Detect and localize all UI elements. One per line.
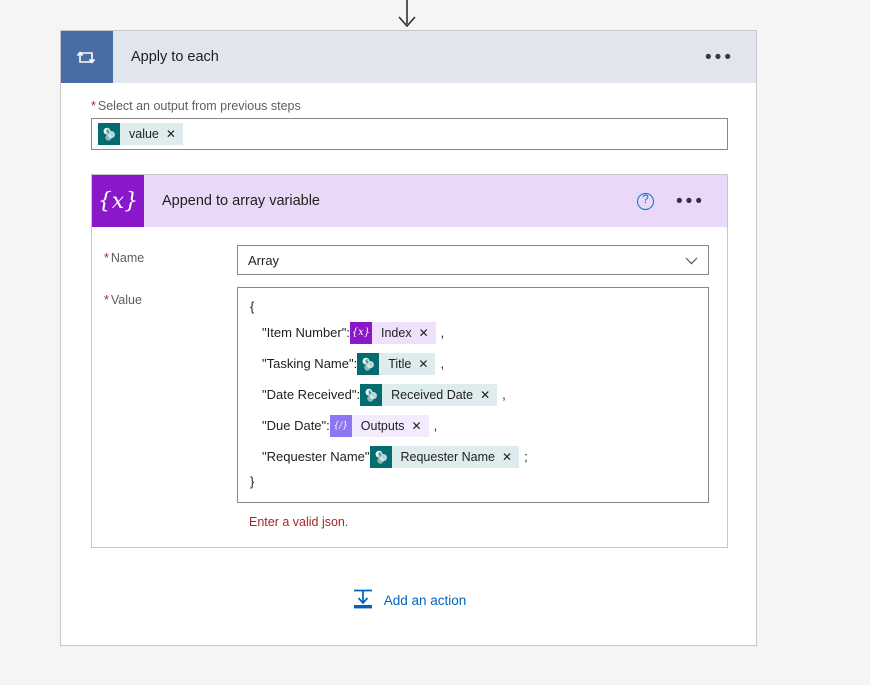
token-chip-index[interactable]: {x} Index ✕: [349, 321, 436, 344]
token-chip-text: Outputs: [360, 418, 405, 433]
token-chip-requester-name[interactable]: S Requester Name ✕: [369, 445, 520, 468]
required-asterisk: *: [104, 251, 109, 265]
json-key: "Date Received":: [262, 386, 361, 402]
json-row: "Item Number": {x} Index ✕ ,: [250, 317, 698, 348]
json-key: "Requester Name": [262, 448, 370, 464]
chevron-down-icon[interactable]: [685, 253, 698, 268]
help-icon[interactable]: ?: [637, 192, 655, 210]
append-action-more-menu-button[interactable]: •••: [676, 192, 705, 211]
token-remove-icon[interactable]: ✕: [502, 451, 512, 463]
value-validation-error: Enter a valid json.: [249, 515, 349, 529]
sharepoint-icon: S: [357, 352, 380, 375]
token-remove-icon[interactable]: ✕: [418, 358, 428, 370]
variable-icon: {x}: [92, 175, 144, 227]
json-trailing-punct: ,: [440, 324, 445, 340]
token-remove-icon[interactable]: ✕: [419, 327, 429, 339]
json-close-brace: }: [250, 474, 255, 489]
json-trailing-punct: ,: [433, 417, 438, 433]
sharepoint-icon: S: [98, 123, 120, 145]
value-label: * Value: [92, 287, 237, 307]
json-key: "Due Date":: [262, 417, 330, 433]
required-asterisk: *: [104, 293, 109, 307]
name-label-text: Name: [110, 251, 145, 265]
token-chip-text: Title: [388, 356, 412, 371]
json-key: "Item Number":: [262, 324, 350, 340]
apply-to-each-header[interactable]: Apply to each •••: [61, 31, 756, 83]
token-chip-label: Title ✕: [379, 352, 436, 375]
add-an-action-button[interactable]: Add an action: [61, 587, 756, 614]
token-chip-text: value: [129, 127, 159, 141]
token-chip-label: Received Date ✕: [382, 383, 498, 406]
token-chip-label: Outputs ✕: [351, 414, 429, 437]
token-chip-text: Received Date: [391, 387, 474, 402]
svg-text:S: S: [106, 129, 110, 135]
name-label: * Name: [92, 245, 237, 265]
apply-to-each-card: Apply to each ••• * Select an output from…: [60, 30, 757, 646]
add-an-action-label: Add an action: [383, 593, 467, 608]
token-remove-icon[interactable]: ✕: [480, 389, 490, 401]
token-chip-label: Requester Name ✕: [391, 445, 520, 468]
variable-icon: {x}: [349, 321, 372, 344]
apply-to-each-title: Apply to each: [131, 49, 219, 65]
token-remove-icon[interactable]: ✕: [166, 128, 176, 140]
select-output-label: * Select an output from previous steps: [91, 99, 742, 113]
json-row: "Tasking Name": S Title ✕ ,: [250, 348, 698, 379]
value-label-text: Value: [110, 293, 142, 307]
json-row: "Date Received": S Received Date ✕ ,: [250, 379, 698, 410]
token-chip-outputs[interactable]: {∕} Outputs ✕: [329, 414, 429, 437]
append-action-title: Append to array variable: [162, 193, 320, 209]
svg-text:S: S: [365, 359, 369, 365]
name-select[interactable]: Array: [237, 245, 709, 275]
token-chip-text: Index: [380, 325, 412, 340]
json-row: "Requester Name" S Requester Name ✕ ;: [250, 441, 698, 472]
select-output-input[interactable]: S value ✕: [91, 118, 728, 150]
token-remove-icon[interactable]: ✕: [412, 420, 422, 432]
required-asterisk: *: [91, 99, 96, 113]
sharepoint-icon: S: [360, 383, 383, 406]
connector-arrow: [0, 0, 870, 30]
svg-text:S: S: [368, 390, 372, 396]
token-chip-label: value ✕: [120, 123, 183, 145]
value-json-editor[interactable]: { "Item Number": {x} Index ✕ , "Tasking …: [237, 287, 709, 503]
svg-text:S: S: [378, 452, 382, 458]
json-trailing-punct: ,: [440, 355, 445, 371]
select-output-label-text: Select an output from previous steps: [97, 99, 301, 113]
apply-to-each-loop-icon: [61, 31, 113, 83]
token-chip-received-date[interactable]: S Received Date ✕: [360, 383, 498, 406]
json-key: "Tasking Name":: [262, 355, 358, 371]
add-action-insert-icon: [351, 587, 375, 614]
json-trailing-punct: ,: [502, 386, 506, 402]
arrow-down-icon: [398, 0, 416, 28]
json-open-brace: {: [250, 299, 255, 314]
apply-to-each-body: * Select an output from previous steps S …: [61, 83, 756, 548]
name-form-row: * Name Array: [92, 245, 727, 275]
append-action-body: * Name Array * Value {"Item Number": {x…: [92, 227, 727, 547]
token-chip-value[interactable]: S value ✕: [98, 123, 183, 145]
append-action-header[interactable]: {x} Append to array variable ? •••: [92, 175, 727, 227]
token-chip-text: Requester Name: [400, 449, 496, 464]
apply-to-each-more-menu-button[interactable]: •••: [705, 31, 756, 83]
name-select-value: Array: [248, 252, 280, 268]
token-chip-title[interactable]: S Title ✕: [357, 352, 436, 375]
compose-outputs-icon: {∕}: [329, 414, 352, 437]
token-chip-label: Index ✕: [371, 321, 436, 344]
sharepoint-icon: S: [369, 445, 392, 468]
append-to-array-variable-card: {x} Append to array variable ? ••• * Name…: [91, 174, 728, 548]
value-form-row: * Value { "Item Number": {x} Index ✕ , "…: [92, 287, 727, 503]
append-action-tools: ? •••: [637, 175, 727, 227]
json-trailing-punct: ;: [524, 448, 528, 464]
json-row: "Due Date": {∕} Outputs ✕ ,: [250, 410, 698, 441]
